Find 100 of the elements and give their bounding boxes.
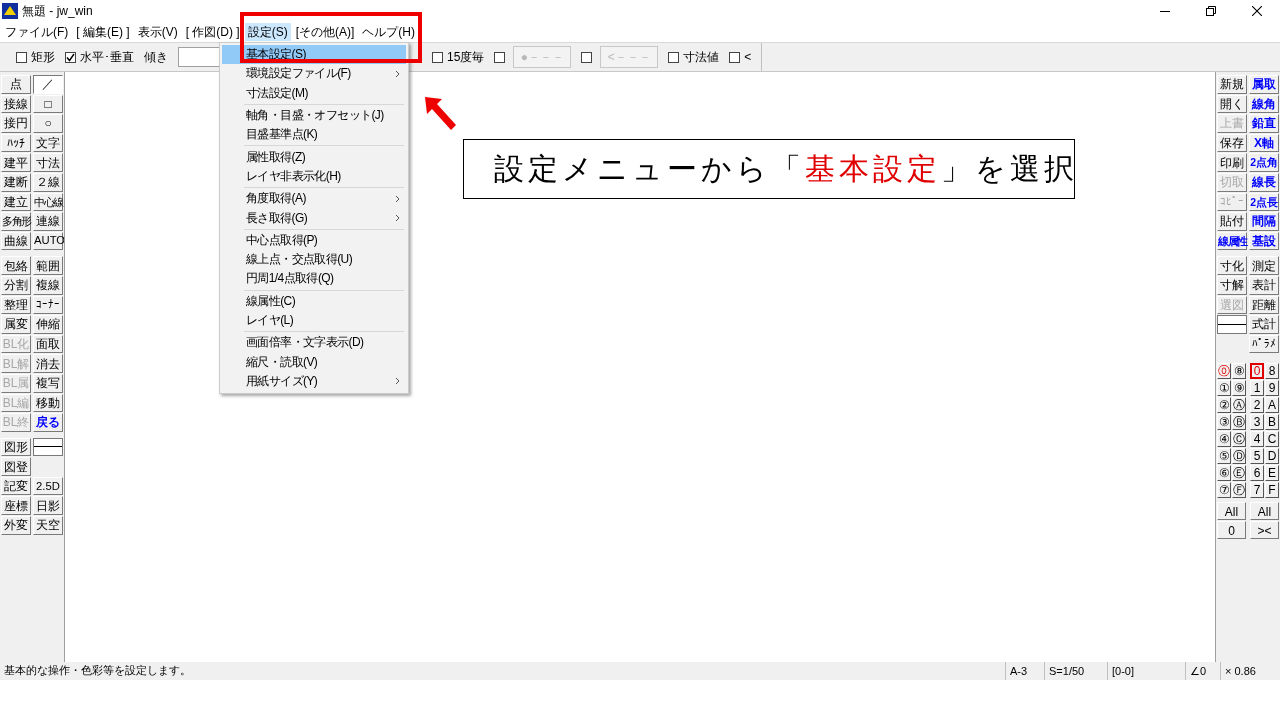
menu-item[interactable]: 寸法設定(M) [222, 83, 406, 103]
tool-button[interactable]: 属取 [1249, 75, 1279, 94]
layer-button[interactable]: ⑨ [1232, 380, 1246, 397]
menu-item[interactable]: ヘルプ(H) [359, 23, 418, 41]
line-type-swatch[interactable] [33, 437, 63, 457]
tool-button[interactable]: 表計 [1249, 275, 1279, 295]
tool-button[interactable]: 接円 [1, 114, 31, 133]
layer-button[interactable]: E [1265, 465, 1279, 482]
layer-button[interactable]: Ⓔ [1232, 465, 1246, 482]
layer-button[interactable]: 3 [1250, 414, 1264, 431]
tool-button[interactable]: 建立 [1, 192, 31, 212]
checkbox[interactable] [494, 51, 506, 63]
tool-button[interactable]: 天空 [33, 516, 63, 535]
tool-button[interactable]: 消去 [33, 354, 63, 373]
tool-button[interactable]: 日影 [33, 496, 63, 516]
menu-item[interactable]: 画面倍率・文字表示(D) [222, 333, 406, 353]
tool-button[interactable]: 文字 [33, 133, 63, 153]
tool-button[interactable]: 間隔 [1249, 212, 1279, 231]
layer-button[interactable]: 7 [1250, 482, 1264, 499]
layer-button[interactable]: ⑥ [1217, 465, 1231, 482]
tool-button[interactable]: 図形 [1, 437, 31, 457]
layer-button[interactable]: 0 [1217, 521, 1246, 540]
menu-item[interactable]: 設定(S) [244, 23, 291, 41]
menu-item[interactable]: 円周1/4点取得(Q) [222, 269, 406, 289]
layer-button[interactable]: Ⓒ [1232, 431, 1246, 448]
tool-button[interactable]: 座標 [1, 496, 31, 516]
layer-button[interactable]: F [1265, 482, 1279, 499]
tool-button[interactable]: 複線 [33, 275, 63, 295]
checkbox[interactable] [65, 51, 76, 63]
checkbox[interactable] [729, 51, 741, 63]
menu-item[interactable]: 角度取得(A) [222, 189, 406, 209]
menu-item[interactable]: 軸角・目盛・オフセット(J) [222, 105, 406, 126]
tool-button[interactable]: 建平 [1, 153, 31, 172]
menu-item[interactable]: [ 作図(D) ] [182, 23, 243, 41]
menu-item[interactable]: 縮尺・読取(V) [222, 352, 406, 372]
tool-button[interactable]: 保存 [1217, 133, 1247, 153]
tool-button[interactable]: 鉛直 [1249, 114, 1279, 133]
layer-button[interactable]: 8 [1265, 363, 1279, 380]
tool-button[interactable]: ｺｰﾅｰ [33, 295, 63, 315]
tool-button[interactable]: 開く [1217, 94, 1247, 114]
menu-item[interactable]: 線上点・交点取得(U) [222, 249, 406, 270]
tool-button[interactable]: 線角 [1249, 94, 1279, 114]
menu-item[interactable]: [その他(A)] [292, 23, 358, 41]
checkbox[interactable] [432, 51, 443, 63]
tool-button[interactable]: 基設 [1249, 231, 1279, 251]
line-type-swatch[interactable] [1217, 315, 1247, 334]
layer-button[interactable]: 2 [1250, 397, 1264, 414]
tool-button[interactable]: 図登 [1, 457, 31, 476]
menu-item[interactable]: 環境設定ファイル(F) [222, 64, 406, 84]
tool-button[interactable]: 新規 [1217, 75, 1247, 94]
tool-button[interactable]: 分割 [1, 275, 31, 295]
tool-button[interactable]: 複写 [33, 373, 63, 393]
layer-button[interactable]: Ⓐ [1232, 397, 1246, 414]
layer-button[interactable]: ⑧ [1232, 363, 1246, 380]
tool-button[interactable]: 記変 [1, 476, 31, 496]
tool-button[interactable]: 2.5D [33, 476, 63, 496]
layer-button[interactable]: All [1250, 502, 1279, 521]
layer-button[interactable]: 9 [1265, 380, 1279, 397]
tool-button[interactable]: 寸法 [33, 153, 63, 172]
layer-button[interactable]: C [1265, 431, 1279, 448]
tool-button[interactable]: 2点角 [1249, 153, 1279, 172]
layer-button[interactable]: 4 [1250, 431, 1264, 448]
tool-button[interactable]: 2点長 [1249, 192, 1279, 212]
tool-button[interactable]: 範囲 [33, 256, 63, 275]
layer-button[interactable]: >< [1250, 521, 1279, 540]
tool-button[interactable]: 整理 [1, 295, 31, 315]
tool-button[interactable]: ﾊｯﾁ [1, 133, 31, 153]
tool-button[interactable]: ２線 [33, 172, 63, 192]
tool-button[interactable]: 接線 [1, 94, 31, 114]
menu-item[interactable]: 中心点取得(P) [222, 230, 406, 250]
menu-item[interactable]: 属性取得(Z) [222, 147, 406, 167]
tool-button[interactable]: 中心線 [33, 192, 63, 212]
tool-button[interactable]: 多角形 [1, 212, 31, 231]
layer-button[interactable]: A [1265, 397, 1279, 414]
layer-button[interactable]: Ⓓ [1232, 448, 1246, 465]
tool-button[interactable]: 寸解 [1217, 275, 1247, 295]
menu-item[interactable]: レイヤ(L) [222, 310, 406, 331]
tool-button[interactable]: 属変 [1, 315, 31, 334]
layer-button[interactable]: Ⓕ [1232, 482, 1246, 499]
menu-item[interactable]: 表示(V) [134, 23, 181, 41]
layer-button[interactable]: B [1265, 414, 1279, 431]
tool-button[interactable]: 印刷 [1217, 153, 1247, 172]
layer-button[interactable]: 6 [1250, 465, 1264, 482]
menu-item[interactable]: レイヤ非表示化(H) [222, 166, 406, 187]
tool-button[interactable]: 線長 [1249, 172, 1279, 192]
menu-item[interactable]: [ 編集(E) ] [73, 23, 133, 41]
tool-button[interactable]: 包絡 [1, 256, 31, 275]
layer-button[interactable]: ⓪ [1217, 363, 1231, 380]
tool-button[interactable]: ﾊﾟﾗﾒ [1249, 334, 1279, 354]
tool-button[interactable]: 外変 [1, 516, 31, 535]
tool-button[interactable]: 戻る [33, 413, 63, 432]
tool-button[interactable]: X軸 [1249, 133, 1279, 153]
layer-button[interactable]: ② [1217, 397, 1231, 414]
tool-button[interactable]: 曲線 [1, 231, 31, 251]
layer-button[interactable]: Ⓑ [1232, 414, 1246, 431]
layer-button[interactable]: ⑤ [1217, 448, 1231, 465]
tool-button[interactable]: 面取 [33, 334, 63, 354]
menu-item[interactable]: ファイル(F) [2, 23, 72, 41]
checkbox[interactable] [581, 51, 593, 63]
tool-button[interactable]: AUTO [33, 231, 63, 251]
